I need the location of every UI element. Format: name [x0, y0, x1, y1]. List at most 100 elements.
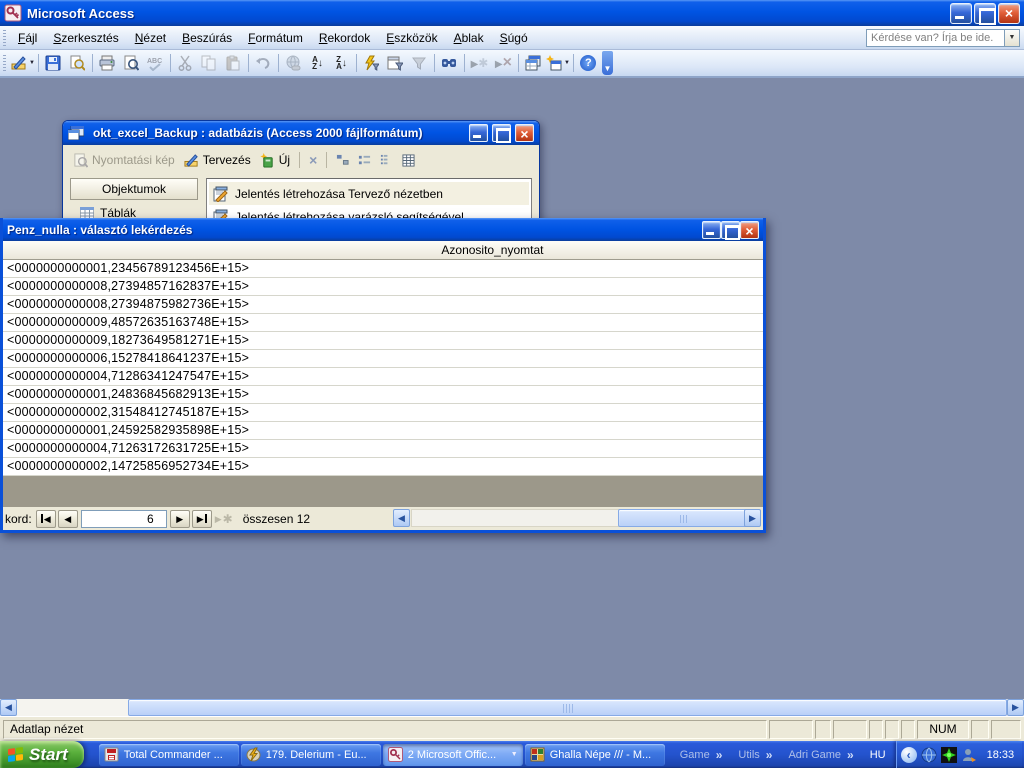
db-new-button[interactable]: Új: [257, 151, 293, 170]
undo-button[interactable]: [252, 52, 275, 74]
workspace-scroll-left-arrow[interactable]: ◀: [0, 699, 17, 716]
query-window-titlebar[interactable]: Penz_nulla : választó lekérdezés ×: [3, 218, 763, 241]
tray-messenger-icon[interactable]: [941, 747, 957, 763]
task-total-commander[interactable]: Total Commander ...: [99, 744, 239, 766]
file-search-button[interactable]: [66, 52, 89, 74]
db-maximize-button[interactable]: [492, 124, 511, 142]
current-record-input[interactable]: [81, 510, 167, 528]
db-list-view-button[interactable]: [377, 152, 396, 169]
table-row[interactable]: <0000000000008,27394857162837E+15>: [3, 278, 763, 296]
toolbar-grip-handle[interactable]: [3, 55, 6, 71]
previous-record-button[interactable]: ◀: [58, 510, 78, 528]
new-record-button[interactable]: ▶✱: [468, 52, 491, 74]
db-print-preview-button[interactable]: Nyomtatási kép: [70, 151, 178, 170]
db-large-icons-button[interactable]: [333, 152, 352, 169]
table-row[interactable]: <0000000000001,24592582935898E+15>: [3, 422, 763, 440]
sort-descending-button[interactable]: ZA↓: [330, 52, 353, 74]
column-header[interactable]: Azonosito_nyomtat: [3, 241, 763, 260]
hide-tray-icons-button[interactable]: ‹: [901, 747, 917, 763]
workspace-scroll-thumb[interactable]: [128, 699, 1007, 716]
minimize-button[interactable]: [950, 3, 972, 24]
db-minimize-button[interactable]: [469, 124, 488, 142]
database-window-button[interactable]: [522, 52, 545, 74]
workspace-scroll-right-arrow[interactable]: ▶: [1007, 699, 1024, 716]
query-maximize-button[interactable]: [721, 221, 740, 239]
cut-button[interactable]: [174, 52, 197, 74]
table-row[interactable]: <0000000000002,31548412745187E+15>: [3, 404, 763, 422]
chevron-double-icon[interactable]: »: [766, 748, 773, 762]
filter-by-selection-button[interactable]: [360, 52, 383, 74]
menubar-grip-handle[interactable]: [3, 30, 6, 46]
help-button[interactable]: ?: [577, 52, 600, 74]
table-row[interactable]: <0000000000006,15278418641237E+15>: [3, 350, 763, 368]
menu-view[interactable]: Nézet: [127, 27, 174, 49]
task-microsoft-office-group[interactable]: 2 Microsoft Offic... ▼: [383, 744, 523, 766]
task-ghalla-nepe[interactable]: Ghalla Népe /// - M...: [525, 744, 665, 766]
copy-button[interactable]: [198, 52, 221, 74]
menu-tools[interactable]: Eszközök: [378, 27, 445, 49]
objects-header-button[interactable]: Objektumok: [70, 178, 198, 200]
last-record-button[interactable]: ▶: [192, 510, 212, 528]
db-design-button[interactable]: Tervezés: [181, 151, 254, 170]
db-small-icons-button[interactable]: [355, 152, 374, 169]
table-row[interactable]: <0000000000001,24836845682913E+15>: [3, 386, 763, 404]
database-window-titlebar[interactable]: okt_excel_Backup : adatbázis (Access 200…: [63, 121, 539, 145]
taskbar-toolbar-game[interactable]: Game: [680, 749, 710, 761]
menu-edit[interactable]: Szerkesztés: [45, 27, 126, 49]
taskbar-toolbar-adri-game[interactable]: Adri Game: [788, 749, 841, 761]
new-object-button[interactable]: ▼: [546, 52, 570, 74]
tray-network-globe-icon[interactable]: [921, 747, 937, 763]
table-row[interactable]: <0000000000009,18273649581271E+15>: [3, 332, 763, 350]
menu-window[interactable]: Ablak: [446, 27, 492, 49]
sort-ascending-button[interactable]: AZ↓: [306, 52, 329, 74]
filter-by-form-button[interactable]: [384, 52, 407, 74]
menu-insert[interactable]: Beszúrás: [174, 27, 240, 49]
toolbar-options-chevron[interactable]: ▼: [602, 51, 613, 75]
db-details-view-button[interactable]: [399, 152, 418, 169]
print-preview-button[interactable]: [120, 52, 143, 74]
tray-user-status-icon[interactable]: [961, 747, 977, 763]
table-row[interactable]: <0000000000004,71263172631725E+15>: [3, 440, 763, 458]
taskbar-clock[interactable]: 18:33: [987, 749, 1015, 761]
menu-help[interactable]: Súgó: [492, 27, 536, 49]
query-minimize-button[interactable]: [702, 221, 721, 239]
spelling-button[interactable]: ABC: [144, 52, 167, 74]
workspace-scroll-track[interactable]: [17, 699, 128, 716]
table-row[interactable]: <0000000000002,14725856952734E+15>: [3, 458, 763, 476]
query-close-button[interactable]: ×: [740, 221, 759, 239]
menu-file[interactable]: Fájl: [10, 27, 45, 49]
help-question-input[interactable]: Kérdése van? Írja be ide.: [866, 29, 1004, 47]
print-button[interactable]: [96, 52, 119, 74]
taskbar-toolbar-utils[interactable]: Utils: [738, 749, 759, 761]
language-indicator[interactable]: HU: [870, 749, 886, 761]
find-button[interactable]: [438, 52, 461, 74]
db-delete-button[interactable]: ×: [306, 150, 320, 170]
chevron-double-icon[interactable]: »: [847, 748, 854, 762]
delete-record-button[interactable]: ▶×: [492, 52, 515, 74]
table-row[interactable]: <0000000000001,23456789123456E+15>: [3, 260, 763, 278]
start-button[interactable]: Start: [0, 741, 84, 768]
view-design-button[interactable]: ▼: [11, 52, 35, 74]
sidebar-item-tables[interactable]: Táblák: [70, 200, 198, 220]
menu-format[interactable]: Formátum: [240, 27, 311, 49]
help-dropdown-button[interactable]: ▼: [1004, 29, 1020, 47]
task-delerium-player[interactable]: 179. Delerium - Eu...: [241, 744, 381, 766]
first-record-button[interactable]: ◀: [36, 510, 56, 528]
chevron-double-icon[interactable]: »: [716, 748, 723, 762]
table-row[interactable]: <0000000000004,71286341247547E+15>: [3, 368, 763, 386]
hscroll-right-arrow[interactable]: ▶: [744, 509, 761, 527]
table-row[interactable]: <0000000000008,27394875982736E+15>: [3, 296, 763, 314]
hscroll-thumb[interactable]: [618, 509, 749, 527]
restore-button[interactable]: [974, 3, 996, 24]
table-row[interactable]: <0000000000009,48572635163748E+15>: [3, 314, 763, 332]
paste-button[interactable]: [222, 52, 245, 74]
menu-records[interactable]: Rekordok: [311, 27, 378, 49]
next-record-button[interactable]: ▶: [170, 510, 190, 528]
list-item-new-report-design[interactable]: Jelentés létrehozása Tervező nézetben: [209, 182, 529, 205]
insert-hyperlink-button[interactable]: [282, 52, 305, 74]
hscroll-left-arrow[interactable]: ◀: [393, 509, 410, 527]
db-close-button[interactable]: ×: [515, 124, 534, 142]
save-button[interactable]: [42, 52, 65, 74]
new-record-button[interactable]: ▶✱: [214, 510, 234, 528]
close-button[interactable]: ×: [998, 3, 1020, 24]
